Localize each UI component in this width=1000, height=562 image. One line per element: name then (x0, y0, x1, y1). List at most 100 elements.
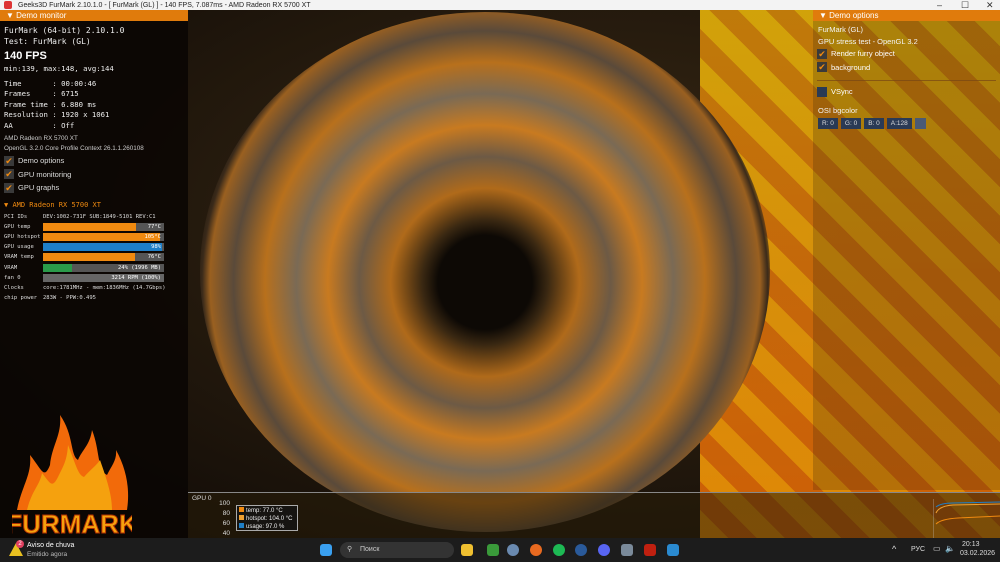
clocks-label: Clocks (4, 284, 24, 291)
checkbox-label: Render furry object (831, 49, 895, 59)
bar-value: 77°C (147, 223, 161, 230)
progress-bar: 24% (1996 MB) (43, 263, 164, 272)
search-placeholder: Поиск (360, 546, 380, 553)
legend-temp: temp: 77.0 °C (239, 507, 295, 515)
checkbox-gpu-monitoring[interactable]: ✔ GPU monitoring (4, 168, 184, 182)
close-button[interactable]: ✕ (986, 0, 994, 10)
osi-b-field[interactable]: B: 0 (864, 118, 884, 129)
osi-a-field[interactable]: A:128 (886, 118, 912, 129)
legend-label: usage: 97.0 % (246, 524, 285, 530)
check-icon: ✔ (4, 155, 14, 166)
gl-info: OpenGL 3.2.0 Core Profile Context 26.1.1… (4, 145, 144, 152)
discord-icon[interactable] (598, 544, 610, 556)
checkbox-label: VSync (831, 87, 853, 97)
graph-title: GPU 0 (192, 495, 212, 502)
volume-icon[interactable]: 🔈 (945, 544, 955, 553)
bar-value: 105°C (144, 233, 161, 240)
progress-bar: 98% (43, 243, 164, 252)
bar-label: VRAM temp (4, 254, 34, 261)
hotspot-line (935, 503, 1000, 514)
minimize-button[interactable]: – (937, 0, 942, 10)
bar-label: GPU hotspot (4, 233, 41, 240)
file-explorer-icon[interactable] (461, 544, 473, 556)
furry-donut-object (200, 12, 770, 532)
legend-label: hotspot: 104.0 °C (246, 516, 293, 522)
checkbox-label: GPU monitoring (18, 169, 72, 179)
checkbox-label: GPU graphs (18, 183, 60, 193)
network-icon[interactable]: ▭ (933, 544, 941, 553)
furmark-taskbar-icon[interactable] (644, 544, 656, 556)
demo-description: GPU stress test - OpenGL 3.2 (818, 36, 918, 46)
window-title: Geeks3D FurMark 2.10.1.0 - [ FurMark (GL… (18, 1, 311, 9)
clock-date[interactable]: 03.02.2026 (960, 550, 995, 557)
bar-fill (43, 243, 162, 252)
tray-chevron-icon[interactable]: ^ (892, 544, 896, 554)
gpu-bar-row: VRAM temp 76°C (4, 252, 184, 262)
checkbox-empty (817, 86, 827, 97)
gpu-bar-row: fan 0 3214 RPM (100%) (4, 273, 184, 283)
fps-stats: min:139, max:148, avg:144 (4, 64, 114, 73)
gpu-monitor-header[interactable]: ▼ AMD Radeon RX 5700 XT (4, 201, 184, 209)
weather-title[interactable]: Aviso de chuva (27, 542, 74, 549)
demo-name: FurMark (GL) (818, 25, 863, 34)
maximize-button[interactable]: ☐ (961, 0, 969, 10)
gpu-graph: GPU 0 100 80 60 40 temp: 77.0 °C hotspot… (188, 492, 1000, 539)
fps-readout: 140 FPS (4, 50, 47, 62)
app-icon[interactable] (487, 544, 499, 556)
legend-hotspot: hotspot: 104.0 °C (239, 515, 295, 523)
search-icon: ⚲ (347, 546, 353, 553)
progress-bar: 3214 RPM (100%) (43, 273, 164, 282)
bar-label: fan 0 (4, 274, 21, 281)
clocks-row: Clocks core:1781MHz - mem:1836MHz (14.7Gb… (4, 283, 184, 293)
color-picker-swatch[interactable] (914, 118, 926, 129)
checkbox-gpu-graphs[interactable]: ✔ GPU graphs (4, 181, 184, 195)
notification-badge: 2 (16, 540, 24, 548)
bar-label: GPU temp (4, 223, 31, 230)
checkbox-render-furry-object[interactable]: ✔ Render furry object (813, 47, 1000, 61)
bar-fill (43, 263, 73, 272)
power-value: 283W - PPW:0.495 (43, 295, 96, 302)
gpu-bar-row: GPU usage 98% (4, 242, 184, 252)
stat-line: Time : 00:00:46 (4, 78, 97, 88)
test-name: Test: FurMark (GL) (4, 37, 91, 46)
start-button-icon[interactable] (320, 544, 332, 556)
osi-g-field[interactable]: G: 0 (840, 118, 862, 129)
active-app-icon[interactable] (667, 544, 679, 556)
checkbox-label: Demo options (18, 156, 65, 166)
gpu-name: AMD Radeon RX 5700 XT (4, 135, 78, 142)
language-indicator[interactable]: РУС (911, 546, 925, 553)
power-label: chip power (4, 295, 38, 302)
furmark-logo: FURMARK (12, 415, 132, 538)
demo-monitor-header[interactable]: ▼ Demo monitor (0, 10, 188, 21)
bar-label: GPU usage (4, 244, 34, 251)
y-tick: 40 (222, 530, 230, 537)
stat-line: Frame time : 6.880 ms (4, 99, 97, 109)
taskbar: 2 Aviso de chuva Emitido agora ⚲ Поиск ^ … (0, 538, 1000, 562)
check-icon: ✔ (817, 48, 827, 59)
weather-subtitle: Emitido agora (27, 551, 68, 558)
clock-time[interactable]: 20:13 (962, 541, 980, 548)
progress-bar: 77°C (43, 222, 164, 231)
stat-line: Frames : 6715 (4, 89, 79, 98)
firefox-icon[interactable] (530, 544, 542, 556)
graph-lines (933, 499, 1000, 539)
demo-options-header[interactable]: ▼ Demo options (813, 10, 1000, 21)
legend-usage: usage: 97.0 % (239, 523, 295, 531)
bar-value: 24% (1996 MB) (117, 264, 161, 271)
search-box[interactable]: ⚲ Поиск (340, 542, 454, 558)
settings-icon[interactable] (507, 544, 519, 556)
check-icon: ✔ (4, 182, 14, 193)
checkbox-background[interactable]: ✔ background (813, 61, 1000, 75)
bar-value: 98% (151, 244, 161, 251)
osi-r-field[interactable]: R: 0 (818, 118, 838, 129)
check-icon: ✔ (4, 169, 14, 180)
demo-options-title: Demo options (829, 11, 879, 20)
pci-label: PCI IDs (4, 213, 28, 220)
checkbox-demo-options[interactable]: ✔ Demo options (4, 154, 184, 168)
temp-line (935, 515, 1000, 525)
spotify-icon[interactable] (553, 544, 565, 556)
checkbox-vsync[interactable]: VSync (813, 85, 1000, 99)
calculator-icon[interactable] (621, 544, 633, 556)
pci-value: DEV:1002-731F SUB:1849-5101 REV:C1 (43, 213, 156, 220)
steam-icon[interactable] (575, 544, 587, 556)
